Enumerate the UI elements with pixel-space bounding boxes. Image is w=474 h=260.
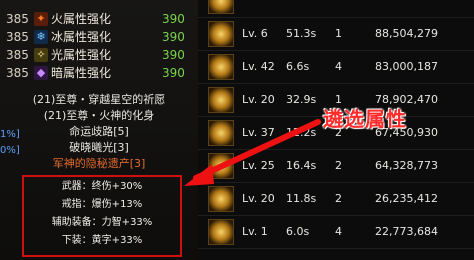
skill-level: Lv. 42 — [242, 60, 275, 73]
skill-cooldown: 16.4s — [286, 159, 317, 172]
highlight-line: 辅助装备：力智+33% — [51, 217, 153, 228]
skill-level: Lv. 37 — [242, 126, 275, 139]
table-row: Lv. 6 51.3s 1 88,504,279 — [198, 17, 474, 51]
skill-damage: 83,000,187 — [375, 60, 438, 73]
element-row-dark: 385 ◆ 暗属性强化 390 — [0, 64, 196, 82]
highlight-line: 武器：终伤+30% — [61, 181, 143, 192]
skill-icon — [208, 54, 234, 80]
edge-text: 1%] — [0, 129, 20, 140]
element-row-fire: 385 ✦ 火属性强化 390 — [0, 10, 196, 28]
skill-cooldown: 32.9s — [286, 93, 317, 106]
skill-damage: 64,328,773 — [375, 159, 438, 172]
set-title-highlight: 军神的隐秘遗产[3] — [52, 157, 146, 170]
element-label: 暗属性强化 — [51, 66, 112, 80]
skill-cooldown: 6.0s — [286, 225, 310, 238]
skill-icon — [208, 87, 234, 113]
skill-count: 2 — [335, 159, 342, 172]
skill-icon — [208, 186, 234, 212]
element-label: 火属性强化 — [51, 12, 112, 26]
skill-cooldown: 12.2s — [286, 126, 317, 139]
skill-cooldown: 6.6s — [286, 60, 310, 73]
set-title: 命运歧路[5] — [69, 125, 129, 138]
element-value: 390 — [162, 30, 185, 44]
element-value: 390 — [162, 12, 185, 26]
skill-level: Lv. 25 — [242, 159, 275, 172]
element-base: 385 — [6, 30, 29, 44]
ice-icon: ❄ — [34, 30, 48, 44]
skill-damage: 22,773,684 — [375, 225, 438, 238]
highlight-line: 戒指：爆伤+13% — [61, 199, 143, 210]
element-row-ice: 385 ❄ 冰属性强化 390 — [0, 28, 196, 46]
edge-text: 0%] — [0, 145, 20, 156]
skill-level: Lv. 20 — [242, 192, 275, 205]
element-row-light: 385 ✧ 光属性强化 390 — [0, 46, 196, 64]
skill-level: Lv. 6 — [242, 27, 268, 40]
skill-count: 1 — [335, 27, 342, 40]
element-label: 冰属性强化 — [51, 30, 112, 44]
left-stats-panel: 385 ✦ 火属性强化 390 385 ❄ 冰属性强化 390 385 ✧ 光属… — [0, 0, 199, 260]
skill-damage: 88,504,279 — [375, 27, 438, 40]
skill-cooldown: 51.3s — [286, 27, 317, 40]
skill-count: 4 — [335, 225, 342, 238]
skill-icon — [208, 120, 234, 146]
set-title: (21)至尊・火神的化身 — [43, 109, 155, 122]
skill-damage: 26,235,412 — [375, 192, 438, 205]
element-base: 385 — [6, 48, 29, 62]
table-row: Lv. 25 16.4s 2 64,328,773 — [198, 149, 474, 183]
highlight-box: 武器：终伤+30% 戒指：爆伤+13% 辅助装备：力智+33% 下装：黄字+33… — [22, 175, 182, 257]
fire-icon: ✦ — [34, 12, 48, 26]
set-title: 破晓曦光[3] — [69, 141, 129, 154]
skill-count: 2 — [335, 192, 342, 205]
skill-icon — [208, 153, 234, 179]
table-row: Lv. 42 6.6s 4 83,000,187 — [198, 50, 474, 84]
element-base: 385 — [6, 12, 29, 26]
table-row: Lv. 1 6.0s 4 22,773,684 — [198, 215, 474, 249]
table-row — [198, 0, 474, 18]
element-base: 385 — [6, 66, 29, 80]
skill-cooldown: 11.8s — [286, 192, 317, 205]
element-value: 390 — [162, 48, 185, 62]
dark-icon: ◆ — [34, 66, 48, 80]
skill-icon — [208, 21, 234, 47]
light-icon: ✧ — [34, 48, 48, 62]
element-label: 光属性强化 — [51, 48, 112, 62]
table-row: Lv. 20 11.8s 2 26,235,412 — [198, 182, 474, 216]
skill-icon — [208, 219, 234, 245]
element-value: 390 — [162, 66, 185, 80]
annotation-label: 遴选属性 — [323, 107, 407, 131]
highlight-line: 下装：黄字+33% — [61, 235, 143, 246]
set-title: (21)至尊・穿越星空的祈愿 — [32, 93, 166, 106]
skill-level: Lv. 20 — [242, 93, 275, 106]
skill-level: Lv. 1 — [242, 225, 268, 238]
skill-icon — [208, 0, 234, 14]
skill-count: 4 — [335, 60, 342, 73]
